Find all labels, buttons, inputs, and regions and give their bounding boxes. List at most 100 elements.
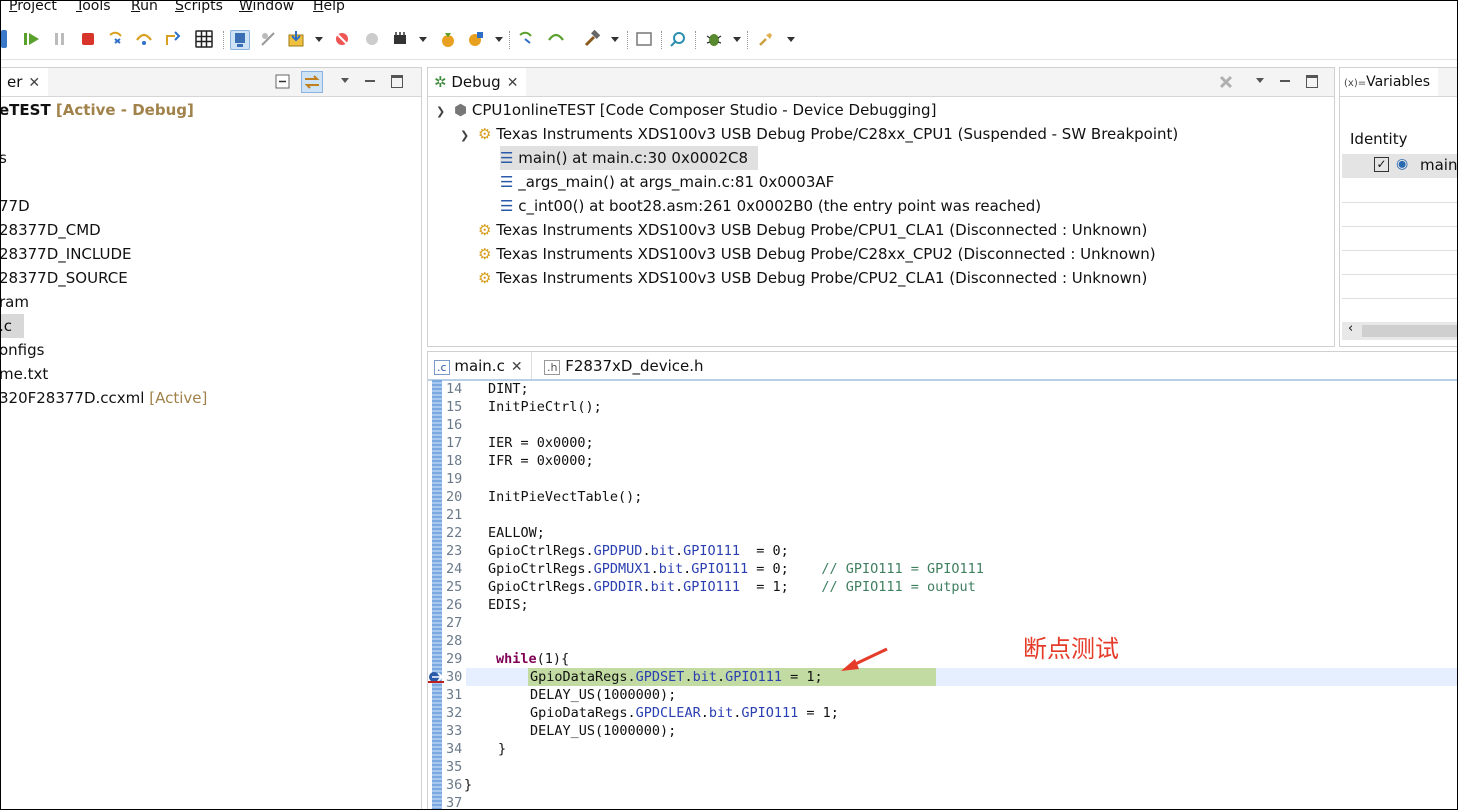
maximize-icon[interactable] xyxy=(1306,75,1318,88)
load-program-icon[interactable] xyxy=(287,30,305,48)
menu-run[interactable]: Run xyxy=(131,1,158,13)
menu-scripts[interactable]: Scripts xyxy=(175,1,223,13)
remove-terminated-icon[interactable] xyxy=(1218,74,1234,90)
search-icon[interactable] xyxy=(669,30,687,48)
resume-icon[interactable] xyxy=(23,30,41,48)
tab-variables[interactable]: (x)=Variables xyxy=(1340,68,1439,96)
view-menu-icon[interactable] xyxy=(341,78,349,83)
debug-dropdown-icon[interactable] xyxy=(733,37,741,42)
line-number: 24 xyxy=(446,561,463,577)
tree-item[interactable]: me.txt xyxy=(1,362,48,386)
tree-item[interactable]: ram xyxy=(1,290,29,314)
tree-item[interactable]: eTEST [Active - Debug] xyxy=(1,98,194,122)
scroll-left-icon[interactable]: ‹ xyxy=(1348,321,1353,336)
build-dropdown-icon[interactable] xyxy=(495,37,503,42)
instruction-pointer-icon xyxy=(428,672,444,683)
step-over-icon[interactable] xyxy=(135,30,153,48)
code-line: while(1){ xyxy=(496,651,570,667)
memory-grid-icon[interactable] xyxy=(195,30,213,48)
code-line: InitPieCtrl(); xyxy=(488,399,602,415)
build-config-dropdown-icon[interactable] xyxy=(611,37,619,42)
c-file-icon: .c xyxy=(434,360,450,375)
connect-target-icon[interactable] xyxy=(230,30,250,50)
cpu-dropdown-icon[interactable] xyxy=(419,37,427,42)
view-menu-icon[interactable] xyxy=(1256,78,1264,83)
line-number: 29 xyxy=(446,651,463,667)
tree-item[interactable]: 320F28377D.ccxml [Active] xyxy=(1,386,207,410)
project-explorer-tabbar: er ✕ xyxy=(1,68,421,97)
stack-frame-icon: ☰ xyxy=(500,173,514,191)
build-debug-icon[interactable] xyxy=(467,30,485,48)
minimize-icon[interactable] xyxy=(365,80,375,82)
line-number: 37 xyxy=(446,795,463,810)
debug-bug-icon[interactable] xyxy=(705,30,723,48)
scrollbar-thumb[interactable] xyxy=(1362,325,1457,337)
new-console-icon[interactable] xyxy=(635,30,653,48)
tab-project-explorer[interactable]: er ✕ xyxy=(1,68,49,96)
suspend-icon[interactable] xyxy=(51,30,69,48)
active-debug-tag: [Active - Debug] xyxy=(55,101,194,119)
link-with-editor-icon[interactable] xyxy=(301,71,323,93)
reset-icon[interactable] xyxy=(333,30,351,48)
assembly-step-into-icon[interactable] xyxy=(517,30,535,48)
tree-item[interactable]: 28377D_INCLUDE xyxy=(1,242,132,266)
terminate-icon[interactable] xyxy=(79,30,97,48)
line-number: 15 xyxy=(446,399,463,415)
stack-frame[interactable]: ☰ c_int00() at boot28.asm:261 0x0002B0 (… xyxy=(500,194,1041,218)
keyword: while xyxy=(496,651,537,667)
tab-debug[interactable]: ✲ Debug ✕ xyxy=(428,68,527,96)
tab-device-h[interactable]: .h F2837xD_device.h xyxy=(536,352,712,380)
tree-item[interactable]: 28377D_CMD xyxy=(1,218,101,242)
hammer-build-icon[interactable] xyxy=(583,30,601,48)
line-number: 28 xyxy=(446,633,463,649)
toolbar-edge-icon[interactable] xyxy=(1,30,7,48)
tree-item[interactable]: 77D xyxy=(1,194,30,218)
disconnected-target-row[interactable]: ⚙ Texas Instruments XDS100v3 USB Debug P… xyxy=(478,266,1147,290)
tree-item[interactable]: 28377D_SOURCE xyxy=(1,266,128,290)
menu-help[interactable]: Help xyxy=(313,1,345,13)
step-return-icon[interactable] xyxy=(163,30,181,48)
collapse-all-icon[interactable] xyxy=(275,74,291,90)
pin-icon[interactable] xyxy=(757,30,775,48)
menu-tools[interactable]: Tools xyxy=(76,1,111,13)
menu-project[interactable]: Project xyxy=(9,1,57,13)
pin-dropdown-icon[interactable] xyxy=(787,37,795,42)
code-line-current: GpioDataRegs.GPDSET.bit.GPIO111 = 1; xyxy=(530,669,823,685)
code-line: GpioCtrlRegs.GPDMUX1.bit.GPIO111 = 0; //… xyxy=(488,561,984,577)
step-into-icon[interactable] xyxy=(107,30,125,48)
disconnected-target-icon: ⚙ xyxy=(478,221,492,239)
identity-column-header[interactable]: Identity xyxy=(1350,130,1408,148)
horizontal-scrollbar[interactable]: ‹ xyxy=(1342,321,1457,340)
line-number: 21 xyxy=(446,507,463,523)
tree-item-selected[interactable]: .c xyxy=(1,314,25,338)
debug-session-row[interactable]: ❯ ⬢ CPU1onlineTEST [Code Composer Studio… xyxy=(436,98,936,122)
disconnect-icon[interactable] xyxy=(259,30,277,48)
disconnected-target-row[interactable]: ⚙ Texas Instruments XDS100v3 USB Debug P… xyxy=(478,242,1156,266)
tab-main-c[interactable]: .c main.c ✕ xyxy=(428,352,532,380)
code-line: IFR = 0x0000; xyxy=(488,453,594,469)
maximize-icon[interactable] xyxy=(391,75,403,88)
refresh-icon[interactable] xyxy=(439,30,457,48)
variable-row[interactable]: ✓ ◉ main. xyxy=(1342,154,1457,178)
code-line: EALLOW; xyxy=(488,525,545,541)
disconnected-target-row[interactable]: ⚙ Texas Instruments XDS100v3 USB Debug P… xyxy=(478,218,1147,242)
menu-window[interactable]: Window xyxy=(239,1,294,13)
cpu1-thread-row[interactable]: ❯ ⚙ Texas Instruments XDS100v3 USB Debug… xyxy=(460,122,1178,146)
tree-item[interactable]: s xyxy=(1,146,7,170)
tree-item[interactable]: onfigs xyxy=(1,338,44,362)
cpu-chip-icon[interactable] xyxy=(391,30,409,48)
stack-frame-selected[interactable]: ☰ main() at main.c:30 0x0002C8 xyxy=(500,146,759,170)
minimize-icon[interactable] xyxy=(1280,80,1290,82)
restart-icon[interactable] xyxy=(363,30,381,48)
toolbar-separator xyxy=(747,31,749,49)
debug-view-panel: ✲ Debug ✕ ❯ ⬢ CPU1onlineTEST [Code Compos… xyxy=(427,67,1335,347)
code-line: } xyxy=(464,777,473,793)
close-icon[interactable]: ✕ xyxy=(511,359,523,375)
checkbox-checked[interactable]: ✓ xyxy=(1374,157,1389,172)
assembly-step-over-icon[interactable] xyxy=(547,30,565,48)
close-icon[interactable]: ✕ xyxy=(28,75,40,91)
load-dropdown-icon[interactable] xyxy=(315,37,323,42)
code-editor[interactable]: 14 15 16 17 18 19 20 21 22 23 24 25 26 2… xyxy=(428,380,1457,810)
close-icon[interactable]: ✕ xyxy=(507,75,519,91)
stack-frame[interactable]: ☰ _args_main() at args_main.c:81 0x0003A… xyxy=(500,170,834,194)
